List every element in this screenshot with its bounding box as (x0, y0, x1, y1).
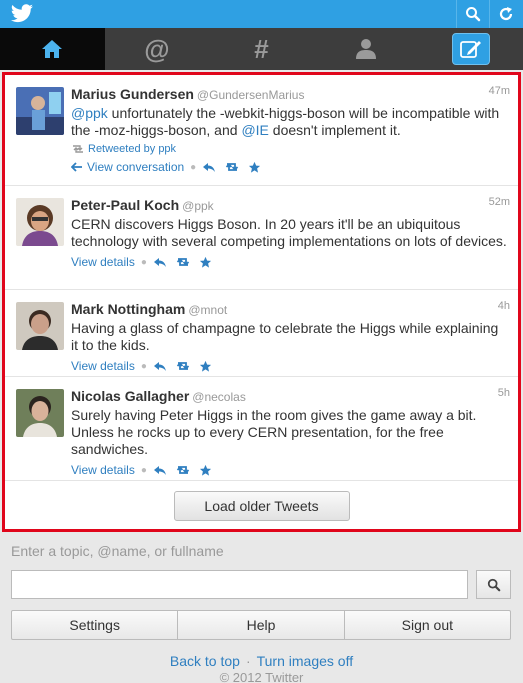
author-handle[interactable]: @mnot (188, 303, 227, 317)
author-handle[interactable]: @GundersenMarius (197, 88, 305, 102)
search-submit-button[interactable] (476, 570, 511, 599)
back-to-top-link[interactable]: Back to top (170, 653, 240, 669)
retweet-icon (73, 145, 83, 153)
load-more-container: Load older Tweets (5, 481, 518, 521)
settings-button[interactable]: Settings (12, 611, 179, 639)
link-separator: · (245, 653, 251, 669)
tweet-text: @ppk unfortunately the -webkit-higgs-bos… (71, 105, 500, 138)
nav-discover-tab[interactable]: # (209, 28, 314, 70)
author-name[interactable]: Mark Nottingham (71, 301, 185, 317)
profile-icon (356, 39, 377, 59)
tweet[interactable]: Nicolas Gallagher @necolas 5h Surely havi… (5, 377, 518, 481)
favorite-icon[interactable] (248, 161, 261, 174)
refresh-button[interactable] (489, 0, 522, 28)
tweet-text: CERN discovers Higgs Boson. In 20 years … (71, 216, 507, 249)
search-icon (487, 578, 500, 591)
tweet-time[interactable]: 4h (498, 300, 510, 312)
retweet-icon[interactable] (224, 161, 240, 173)
conversation-icon (71, 162, 83, 172)
reply-icon[interactable] (153, 464, 167, 476)
nav-compose-tab[interactable] (418, 28, 523, 70)
footer-button-group: Settings Help Sign out (11, 610, 511, 640)
tweet-actions: View conversation ● (71, 159, 508, 175)
author-name[interactable]: Nicolas Gallagher (71, 388, 189, 404)
view-conversation-link[interactable]: View conversation (87, 160, 184, 174)
mention-link[interactable]: @ppk (71, 105, 108, 121)
help-button[interactable]: Help (178, 611, 345, 639)
refresh-icon (499, 7, 513, 21)
tweet[interactable]: Mark Nottingham @mnot 4h Having a glass o… (5, 290, 518, 377)
avatar[interactable] (16, 87, 64, 135)
retweet-icon[interactable] (175, 360, 191, 372)
twitter-bird-icon[interactable] (10, 4, 34, 24)
favorite-icon[interactable] (199, 360, 212, 373)
load-older-tweets-button[interactable]: Load older Tweets (173, 491, 350, 521)
retweet-icon[interactable] (175, 256, 191, 268)
mention-link[interactable]: @IE (241, 122, 268, 138)
nav-profile-tab[interactable] (314, 28, 419, 70)
search-icon (466, 7, 481, 22)
main-nav: @ # (0, 28, 523, 70)
timeline: Marius Gundersen @GundersenMarius 47m @pp… (2, 72, 521, 532)
tweet-time[interactable]: 5h (498, 387, 510, 399)
top-bar (0, 0, 523, 28)
tweet-text: Having a glass of champagne to celebrate… (71, 320, 499, 353)
reply-icon[interactable] (153, 360, 167, 372)
nav-home-tab[interactable] (0, 28, 105, 70)
favorite-icon[interactable] (199, 256, 212, 269)
tweet-actions: View details ● (71, 358, 508, 374)
compose-icon (459, 41, 481, 58)
search-hint: Enter a topic, @name, or fullname (11, 543, 224, 559)
tweet-time[interactable]: 47m (489, 85, 510, 97)
avatar[interactable] (16, 198, 64, 246)
footer-links: Back to top · Turn images off (0, 653, 523, 669)
tweet-time[interactable]: 52m (489, 196, 510, 208)
search-input[interactable] (11, 570, 468, 599)
copyright: © 2012 Twitter (219, 670, 304, 683)
home-icon (42, 40, 63, 58)
search-button[interactable] (456, 0, 489, 28)
reply-icon[interactable] (202, 161, 216, 173)
nav-mentions-tab[interactable]: @ (105, 28, 210, 70)
author-handle[interactable]: @necolas (192, 390, 246, 404)
retweet-attribution[interactable]: Retweeted by ppk (71, 143, 508, 155)
view-details-link[interactable]: View details (71, 463, 135, 477)
author-name[interactable]: Marius Gundersen (71, 86, 194, 102)
sign-out-button[interactable]: Sign out (345, 611, 510, 639)
at-mentions-icon: @ (144, 33, 170, 64)
retweet-icon[interactable] (175, 464, 191, 476)
view-details-link[interactable]: View details (71, 359, 135, 373)
turn-images-off-link[interactable]: Turn images off (257, 653, 354, 669)
author-handle[interactable]: @ppk (182, 199, 214, 213)
tweet[interactable]: Marius Gundersen @GundersenMarius 47m @pp… (5, 75, 518, 186)
view-details-link[interactable]: View details (71, 255, 135, 269)
tweet[interactable]: Peter-Paul Koch @ppk 52m CERN discovers H… (5, 186, 518, 290)
tweet-actions: View details ● (71, 462, 508, 478)
compose-button[interactable] (451, 33, 490, 65)
tweet-actions: View details ● (71, 254, 508, 270)
author-name[interactable]: Peter-Paul Koch (71, 197, 179, 213)
favorite-icon[interactable] (199, 464, 212, 477)
avatar[interactable] (16, 302, 64, 350)
reply-icon[interactable] (153, 256, 167, 268)
tweet-text: Surely having Peter Higgs in the room gi… (71, 407, 477, 457)
avatar[interactable] (16, 389, 64, 437)
hashtag-icon: # (254, 33, 269, 64)
